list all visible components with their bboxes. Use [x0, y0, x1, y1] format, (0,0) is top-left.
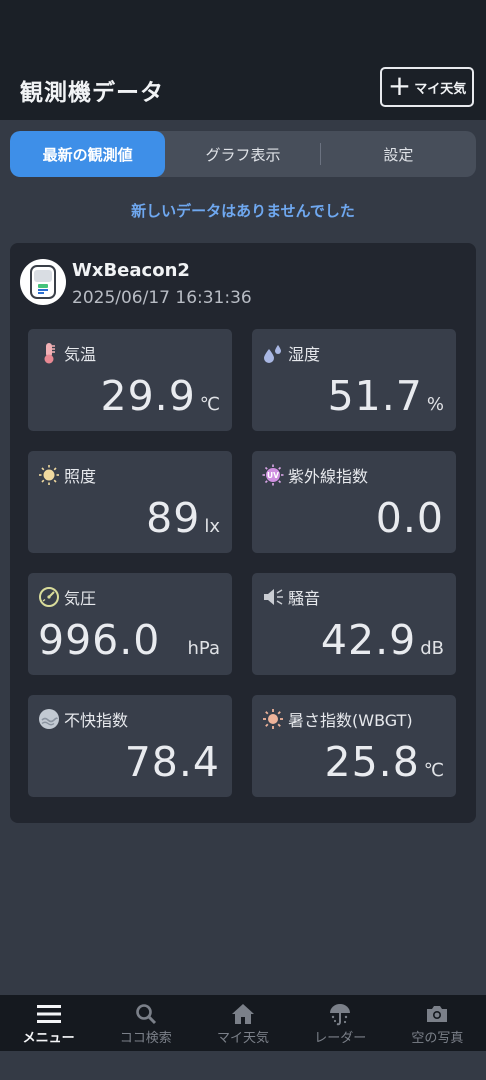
search-icon — [134, 1001, 158, 1027]
nav-search-label: ココ検索 — [119, 1031, 172, 1046]
svg-text:UV: UV — [267, 471, 279, 480]
humidity-label: 湿度 — [288, 345, 321, 364]
illuminance-label: 照度 — [64, 467, 97, 486]
uv-icon: UV — [262, 464, 284, 486]
nav-search[interactable]: ココ検索 — [97, 995, 194, 1051]
illuminance-value: 89 — [146, 494, 201, 542]
illuminance-unit: lx — [204, 516, 220, 537]
tile-noise: 騒音 42.9 dB — [252, 573, 456, 675]
app-root: 観測機データ + マイ天気 最新の観測値 グラフ表示 設定 新しいデータはありま… — [0, 0, 486, 1080]
gauge-icon — [38, 586, 60, 608]
nav-sky-photo-label: 空の写真 — [411, 1031, 464, 1046]
nav-radar-label: レーダー — [314, 1031, 367, 1046]
temperature-label: 気温 — [64, 345, 97, 364]
pressure-value: 996.0 — [38, 616, 161, 664]
system-bottom-bar — [0, 1051, 486, 1080]
tab-settings[interactable]: 設定 — [321, 131, 476, 177]
plus-icon: + — [387, 68, 412, 102]
add-my-weather-label: マイ天気 — [414, 81, 467, 97]
tile-wbgt: 暑さ指数(WBGT) 25.8 ℃ — [252, 695, 456, 797]
wbgt-value: 25.8 — [324, 738, 420, 786]
no-new-data-notice: 新しいデータはありませんでした — [131, 202, 355, 220]
tab-latest-label: 最新の観測値 — [42, 145, 133, 164]
radar-icon — [327, 1001, 353, 1027]
app-header: 観測機データ + マイ天気 — [0, 0, 486, 120]
discomfort-value: 78.4 — [124, 738, 220, 786]
humidity-value: 51.7 — [327, 372, 423, 420]
tile-pressure: 気圧 996.0 hPa — [28, 573, 232, 675]
discomfort-label: 不快指数 — [64, 711, 129, 730]
tab-graph[interactable]: グラフ表示 — [165, 131, 321, 177]
temperature-unit: ℃ — [199, 394, 220, 415]
uv-value: 0.0 — [375, 494, 444, 542]
tile-humidity: 湿度 51.7 % — [252, 329, 456, 431]
camera-icon — [425, 1001, 449, 1027]
bottom-nav: メニュー ココ検索 マイ天気 レーダー 空の写真 — [0, 995, 486, 1051]
nav-my-weather-label: マイ天気 — [217, 1031, 270, 1046]
tab-latest[interactable]: 最新の観測値 — [10, 131, 166, 177]
uv-label: 紫外線指数 — [288, 467, 369, 486]
page-title: 観測機データ — [20, 80, 164, 106]
device-card: WxBeacon2 2025/06/17 16:31:36 気温 29.9 ℃ … — [10, 243, 476, 823]
speaker-icon — [262, 586, 284, 608]
humidity-unit: % — [426, 394, 444, 415]
nav-radar[interactable]: レーダー — [292, 995, 389, 1051]
menu-icon — [36, 1001, 62, 1027]
bulb-icon — [38, 464, 60, 486]
view-tabs: 最新の観測値 グラフ表示 設定 — [10, 131, 476, 177]
home-icon — [230, 1001, 256, 1027]
device-icon — [20, 259, 66, 305]
noise-unit: dB — [420, 638, 444, 659]
tile-discomfort: 不快指数 78.4 — [28, 695, 232, 797]
discomfort-icon — [38, 708, 60, 730]
tab-settings-label: 設定 — [383, 145, 414, 164]
tile-uv: UV 紫外線指数 0.0 — [252, 451, 456, 553]
nav-menu[interactable]: メニュー — [0, 995, 97, 1051]
sun-icon — [262, 708, 284, 730]
noise-value: 42.9 — [320, 616, 417, 664]
observation-timestamp: 2025/06/17 16:31:36 — [72, 288, 252, 308]
temperature-value: 29.9 — [100, 372, 196, 420]
wbgt-unit: ℃ — [423, 760, 444, 781]
add-my-weather-button[interactable]: + マイ天気 — [380, 67, 474, 107]
nav-menu-label: メニュー — [22, 1031, 75, 1046]
tile-illuminance: 照度 89 lx — [28, 451, 232, 553]
wbgt-label: 暑さ指数(WBGT) — [288, 711, 413, 730]
pressure-label: 気圧 — [64, 589, 97, 608]
nav-sky-photo[interactable]: 空の写真 — [389, 995, 486, 1051]
nav-my-weather[interactable]: マイ天気 — [194, 995, 291, 1051]
device-name: WxBeacon2 — [72, 260, 190, 281]
thermometer-icon — [38, 342, 60, 364]
tab-graph-label: グラフ表示 — [205, 145, 281, 164]
tile-temperature: 気温 29.9 ℃ — [28, 329, 232, 431]
noise-label: 騒音 — [288, 589, 321, 608]
droplets-icon — [262, 342, 284, 364]
pressure-unit: hPa — [187, 638, 220, 659]
